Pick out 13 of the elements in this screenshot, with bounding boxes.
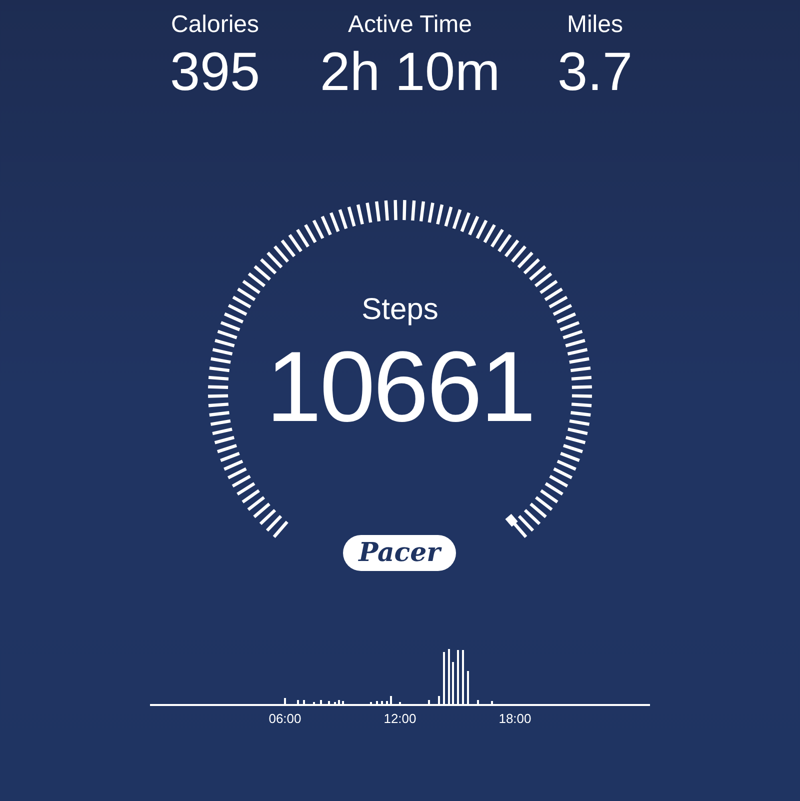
time-label: 06:00 (268, 710, 302, 728)
stat-label: Calories (170, 10, 260, 40)
time-label: 18:00 (498, 710, 532, 728)
step-count: 10661 (266, 332, 534, 442)
stat-value: 3.7 (557, 42, 633, 102)
gauge-marker (505, 514, 518, 527)
gauge-label: Steps (362, 292, 438, 328)
stat-label: Miles (566, 10, 623, 40)
stat-value: 395 (170, 42, 260, 102)
pacer-logo: Pacer (342, 535, 456, 571)
time-label: 12:00 (382, 710, 418, 728)
stat-label: Active Time (348, 10, 472, 40)
stat-value: 2h 10m (320, 42, 500, 102)
